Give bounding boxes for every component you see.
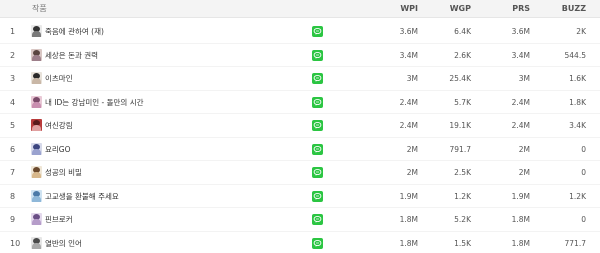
buzz-value: 544.5 <box>564 50 586 60</box>
prs-value: 3.4M <box>511 50 530 60</box>
webtoon-title[interactable]: 죽음에 관하여 (재) <box>45 28 104 36</box>
wgp-value: 5.2K <box>454 215 471 224</box>
rank-number: 4 <box>10 97 16 107</box>
wgp-value: 2.6K <box>454 50 471 60</box>
line-webtoon-icon <box>312 120 323 131</box>
webtoon-title[interactable]: 열반의 인어 <box>45 239 82 248</box>
wgp-value: 6.4K <box>454 27 471 36</box>
buzz-value: 0 <box>581 144 586 154</box>
table-row[interactable]: 5 여신강림 2.4M 19.1K 2.4M 3.4K <box>0 114 600 138</box>
webtoon-thumbnail[interactable] <box>31 25 42 37</box>
webtoon-thumbnail[interactable] <box>31 166 42 178</box>
prs-value: 1.9M <box>511 191 530 201</box>
rank-number: 8 <box>10 191 16 201</box>
webtoon-title[interactable]: 고교생을 환불해 주세요 <box>45 192 119 201</box>
rank-number: 2 <box>10 50 16 60</box>
buzz-value: 1.6K <box>569 74 586 83</box>
rank-number: 10 <box>10 238 21 248</box>
webtoon-title[interactable]: 내 ID는 강남미인 - 돌만의 시간 <box>45 98 144 107</box>
webtoon-title[interactable]: 핀브로커 <box>45 216 73 224</box>
rank-number: 6 <box>10 144 16 154</box>
buzz-value: 0 <box>581 168 586 177</box>
rank-number: 9 <box>10 215 16 224</box>
wgp-value: 791.7 <box>449 144 471 154</box>
buzz-value: 1.8K <box>569 97 586 107</box>
ranking-table: 작품 WPI WGP PRS BUZZ 1 죽음에 관하여 (재) 3.6M 6.4K… <box>0 0 600 253</box>
prs-value: 2M <box>518 144 530 154</box>
buzz-value: 1.2K <box>569 191 586 201</box>
wpi-value: 2M <box>406 168 418 177</box>
column-header-wpi[interactable]: WPI <box>400 5 418 13</box>
wpi-value: 3.6M <box>399 27 418 36</box>
table-row[interactable]: 6 요리GO 2M 791.7 2M 0 <box>0 138 600 161</box>
wpi-value: 2M <box>406 144 418 154</box>
webtoon-thumbnail[interactable] <box>31 142 42 155</box>
webtoon-title[interactable]: 이츠마인 <box>45 75 73 83</box>
webtoon-thumbnail[interactable] <box>31 95 42 108</box>
prs-value: 2.4M <box>511 97 530 107</box>
webtoon-title[interactable]: 여신강림 <box>45 122 73 130</box>
webtoon-thumbnail[interactable] <box>31 213 42 225</box>
webtoon-thumbnail[interactable] <box>31 236 42 249</box>
wpi-value: 1.8M <box>399 215 418 224</box>
column-header-buzz[interactable]: BUZZ <box>562 5 586 13</box>
line-webtoon-icon <box>312 214 323 225</box>
table-row[interactable]: 1 죽음에 관하여 (재) 3.6M 6.4K 3.6M 2K <box>0 20 600 44</box>
wgp-value: 25.4K <box>449 74 471 83</box>
table-row[interactable]: 9 핀브로커 1.8M 5.2K 1.8M 0 <box>0 208 600 232</box>
wpi-value: 3.4M <box>399 50 418 60</box>
table-row[interactable]: 8 고교생을 환불해 주세요 1.9M 1.2K 1.9M 1.2K <box>0 185 600 208</box>
wpi-value: 1.9M <box>399 191 418 201</box>
webtoon-title[interactable]: 성공의 비밀 <box>45 169 82 177</box>
buzz-value: 2K <box>576 27 586 36</box>
table-row[interactable]: 3 이츠마인 3M 25.4K 3M 1.6K <box>0 67 600 91</box>
webtoon-thumbnail[interactable] <box>31 189 42 202</box>
line-webtoon-icon <box>312 143 323 155</box>
line-webtoon-icon <box>312 190 323 202</box>
wpi-value: 3M <box>406 74 418 83</box>
wgp-value: 19.1K <box>449 121 471 130</box>
line-webtoon-icon <box>312 49 323 61</box>
line-webtoon-icon <box>312 237 323 249</box>
wgp-value: 5.7K <box>454 97 471 107</box>
wpi-value: 2.4M <box>399 97 418 107</box>
webtoon-title[interactable]: 요리GO <box>45 145 71 154</box>
wgp-value: 1.2K <box>454 191 471 201</box>
prs-value: 1.8M <box>511 215 530 224</box>
wpi-value: 1.8M <box>399 238 418 248</box>
buzz-value: 3.4K <box>569 121 586 130</box>
column-header-prs[interactable]: PRS <box>512 5 530 13</box>
wpi-value: 2.4M <box>399 121 418 130</box>
line-webtoon-icon <box>312 96 323 108</box>
table-row[interactable]: 7 성공의 비밀 2M 2.5K 2M 0 <box>0 161 600 185</box>
wgp-value: 2.5K <box>454 168 471 177</box>
prs-value: 3.6M <box>511 27 530 36</box>
table-row[interactable]: 2 세상은 돈과 권력 3.4M 2.6K 3.4M 544.5 <box>0 44 600 67</box>
line-webtoon-icon <box>312 167 323 178</box>
buzz-value: 0 <box>581 215 586 224</box>
rank-number: 5 <box>10 121 16 130</box>
table-row[interactable]: 10 열반의 인어 1.8M 1.5K 1.8M 771.7 <box>0 232 600 253</box>
prs-value: 2.4M <box>511 121 530 130</box>
wgp-value: 1.5K <box>454 238 471 248</box>
column-header-title[interactable]: 작품 <box>32 5 47 13</box>
webtoon-thumbnail[interactable] <box>31 48 42 61</box>
webtoon-thumbnail[interactable] <box>31 72 42 84</box>
buzz-value: 771.7 <box>564 238 586 248</box>
rank-number: 7 <box>10 168 16 177</box>
rank-number: 1 <box>10 27 16 36</box>
line-webtoon-icon <box>312 73 323 84</box>
rank-number: 3 <box>10 74 16 83</box>
line-webtoon-icon <box>312 26 323 37</box>
webtoon-title[interactable]: 세상은 돈과 권력 <box>45 51 98 60</box>
prs-value: 2M <box>518 168 530 177</box>
webtoon-thumbnail[interactable] <box>31 119 42 131</box>
prs-value: 1.8M <box>511 238 530 248</box>
table-row[interactable]: 4 내 ID는 강남미인 - 돌만의 시간 2.4M 5.7K 2.4M 1.8K <box>0 91 600 114</box>
prs-value: 3M <box>518 74 530 83</box>
table-header: 작품 WPI WGP PRS BUZZ <box>0 0 600 18</box>
column-header-wgp[interactable]: WGP <box>450 5 471 13</box>
